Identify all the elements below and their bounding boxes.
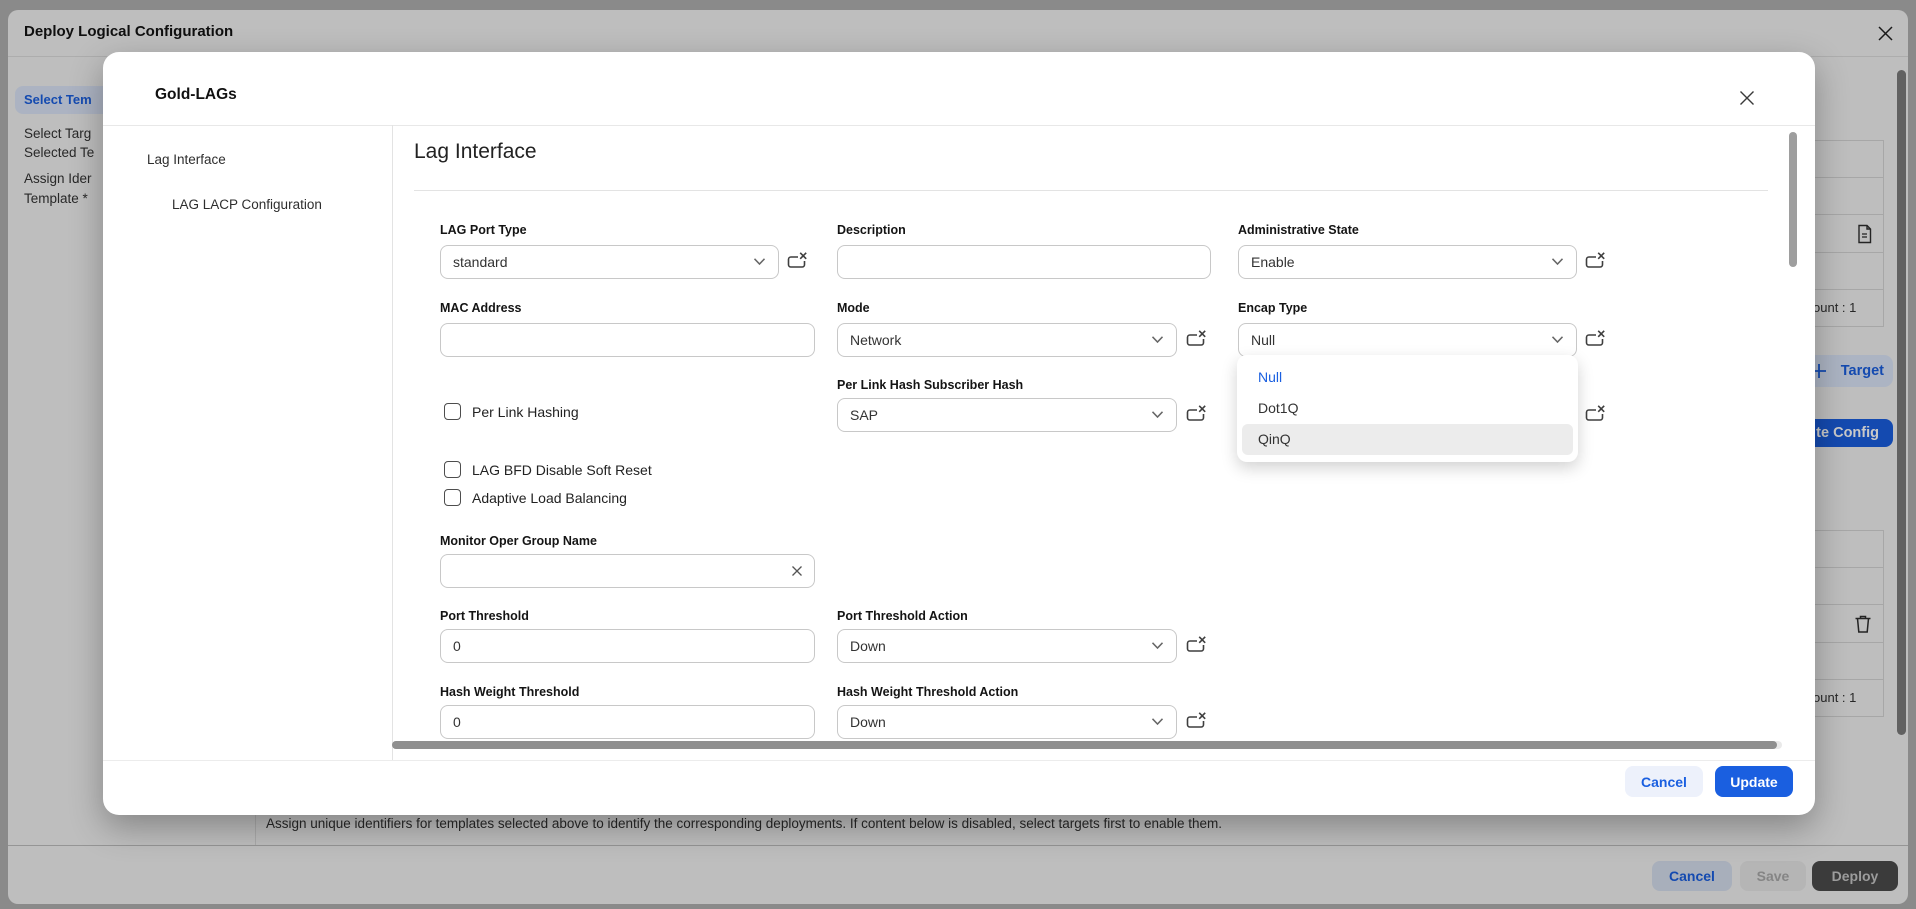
modal-update-button[interactable]: Update <box>1715 766 1793 797</box>
lag-bfd-disable-soft-reset-checkbox[interactable]: LAG BFD Disable Soft Reset <box>444 461 652 478</box>
administrative-state-select[interactable]: Enable <box>1238 245 1577 279</box>
administrative-state-reset-override-icon[interactable] <box>1583 251 1609 275</box>
encap-type-select[interactable]: Null <box>1238 323 1577 357</box>
mode-label: Mode <box>837 301 870 315</box>
port-threshold-action-select[interactable]: Down <box>837 629 1177 663</box>
chevron-down-icon <box>1551 331 1564 349</box>
chevron-down-icon <box>753 253 766 271</box>
section-heading: Lag Interface <box>414 140 537 164</box>
modal-nav-lag-lacp-configuration[interactable]: LAG LACP Configuration <box>172 197 322 212</box>
lag-port-type-reset-override-icon[interactable] <box>785 251 811 275</box>
modal-title: Gold-LAGs <box>155 86 237 104</box>
description-input[interactable] <box>837 245 1211 279</box>
dropdown-option-null[interactable]: Null <box>1242 362 1573 393</box>
per-link-hashing-checkbox[interactable]: Per Link Hashing <box>444 403 579 420</box>
adaptive-load-balancing-checkbox[interactable]: Adaptive Load Balancing <box>444 489 627 506</box>
horizontal-scrollbar-thumb[interactable] <box>392 741 1777 749</box>
modal-vertical-scrollbar[interactable] <box>1789 132 1797 267</box>
per-link-hash-subscriber-hash-label: Per Link Hash Subscriber Hash <box>837 378 1023 392</box>
chevron-down-icon <box>1151 713 1164 731</box>
chevron-down-icon <box>1551 253 1564 271</box>
gold-lags-modal: Gold-LAGs Lag Interface LAG LACP Configu… <box>103 52 1815 815</box>
modal-header-divider <box>103 125 1815 126</box>
hash-weight-threshold-action-select[interactable]: Down <box>837 705 1177 739</box>
lag-port-type-select[interactable]: standard <box>440 245 779 279</box>
hash-weight-threshold-action-reset-override-icon[interactable] <box>1184 711 1210 735</box>
per-link-hash-subscriber-hash-reset-override-icon[interactable] <box>1184 404 1210 428</box>
encap-type-dropdown-menu: Null Dot1Q QinQ <box>1237 355 1578 462</box>
modal-horizontal-scrollbar[interactable] <box>392 741 1782 749</box>
hash-weight-threshold-input[interactable] <box>440 705 815 739</box>
screen: Deploy Logical Configuration Select Tem … <box>0 0 1916 909</box>
mode-reset-override-icon[interactable] <box>1184 329 1210 353</box>
description-label: Description <box>837 223 906 237</box>
hash-weight-threshold-action-label: Hash Weight Threshold Action <box>837 685 1018 699</box>
chevron-down-icon <box>1151 637 1164 655</box>
per-link-hash-subscriber-hash-select[interactable]: SAP <box>837 398 1177 432</box>
port-threshold-action-label: Port Threshold Action <box>837 609 968 623</box>
mac-address-input[interactable] <box>440 323 815 357</box>
checkbox-icon <box>444 489 461 506</box>
port-threshold-action-reset-override-icon[interactable] <box>1184 635 1210 659</box>
modal-footer-divider <box>103 760 1815 761</box>
modal-nav-lag-interface[interactable]: Lag Interface <box>147 152 226 167</box>
modal-cancel-button[interactable]: Cancel <box>1625 766 1703 797</box>
checkbox-icon <box>444 403 461 420</box>
monitor-oper-group-name-label: Monitor Oper Group Name <box>440 534 597 548</box>
col3-reset-override-icon[interactable] <box>1583 404 1609 428</box>
mode-select[interactable]: Network <box>837 323 1177 357</box>
modal-sidebar-divider <box>392 125 393 760</box>
dropdown-option-dot1q[interactable]: Dot1Q <box>1242 393 1573 424</box>
monitor-oper-group-name-input[interactable] <box>440 554 815 588</box>
encap-type-reset-override-icon[interactable] <box>1583 329 1609 353</box>
section-heading-divider <box>414 190 1768 191</box>
checkbox-icon <box>444 461 461 478</box>
dropdown-option-qinq[interactable]: QinQ <box>1242 424 1573 455</box>
lag-port-type-label: LAG Port Type <box>440 223 527 237</box>
encap-type-label: Encap Type <box>1238 301 1307 315</box>
modal-close-icon[interactable] <box>1733 84 1761 112</box>
chevron-down-icon <box>1151 331 1164 349</box>
chevron-down-icon <box>1151 406 1164 424</box>
mac-address-label: MAC Address <box>440 301 522 315</box>
port-threshold-input[interactable] <box>440 629 815 663</box>
administrative-state-label: Administrative State <box>1238 223 1359 237</box>
clear-icon[interactable] <box>787 561 807 581</box>
port-threshold-label: Port Threshold <box>440 609 529 623</box>
hash-weight-threshold-label: Hash Weight Threshold <box>440 685 579 699</box>
